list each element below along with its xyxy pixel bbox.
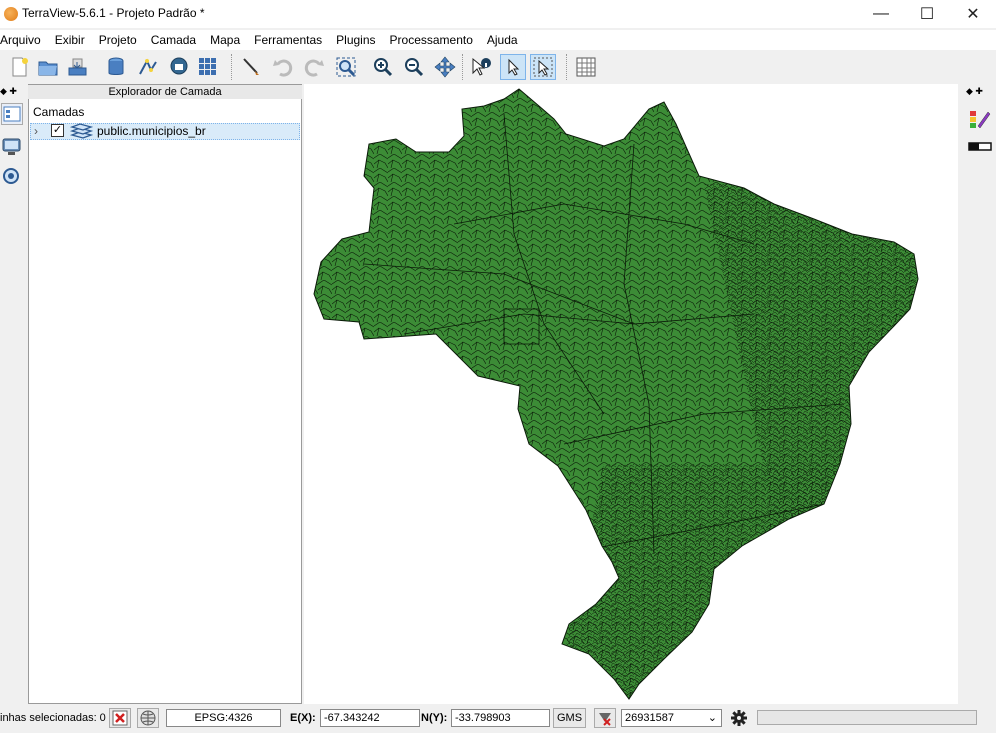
- map-scale-value: 26931587: [625, 712, 674, 724]
- open-project-icon[interactable]: [35, 54, 61, 80]
- minimize-button[interactable]: —: [858, 0, 904, 28]
- srs-globe-button[interactable]: [137, 708, 159, 728]
- display-tab-icon[interactable]: [1, 136, 23, 158]
- toolbar-separator: [231, 54, 234, 80]
- menu-ajuda[interactable]: Ajuda: [480, 30, 525, 50]
- info-icon[interactable]: [468, 54, 494, 80]
- expand-chevron-icon[interactable]: ›: [34, 124, 38, 138]
- map-display[interactable]: [304, 84, 958, 704]
- table-icon[interactable]: [573, 54, 599, 80]
- terraview-app-icon: [4, 7, 18, 21]
- settings-gear-icon[interactable]: [729, 709, 749, 727]
- map-scale-field[interactable]: 26931587 ⌄: [621, 709, 722, 727]
- maximize-button[interactable]: ☐: [904, 0, 950, 28]
- layer-visibility-checkbox[interactable]: ✓: [51, 124, 64, 137]
- layer-explorer-title: Explorador de Camada: [28, 85, 302, 99]
- toolbar-separator: [566, 54, 569, 80]
- select-icon[interactable]: [500, 54, 526, 80]
- add-postgis-icon[interactable]: [166, 54, 192, 80]
- menu-processamento[interactable]: Processamento: [383, 30, 480, 50]
- clear-selection-icon: [112, 710, 128, 726]
- progress-bar: [757, 710, 977, 725]
- close-button[interactable]: ✕: [950, 0, 996, 28]
- new-project-icon[interactable]: [6, 54, 32, 80]
- globe-icon: [140, 710, 156, 726]
- tree-root-label: Camadas: [33, 105, 85, 119]
- municipality-boundaries: [314, 89, 918, 699]
- x-coordinate-field: -67.343242: [320, 709, 420, 727]
- dock-float-icon[interactable]: ◆ ✚: [0, 86, 17, 97]
- coordinate-format-button[interactable]: GMS: [553, 708, 586, 728]
- chevron-down-icon: ⌄: [707, 712, 717, 724]
- menu-bar: Arquivo Exibir Projeto Camada Mapa Ferra…: [0, 30, 996, 50]
- pan-icon[interactable]: [432, 54, 458, 80]
- legend-tool-icon[interactable]: [968, 140, 992, 154]
- zoom-in-icon[interactable]: [370, 54, 396, 80]
- scale-icon: [599, 713, 611, 726]
- zoom-extent-icon[interactable]: [333, 54, 359, 80]
- style-explorer-icon[interactable]: [968, 108, 992, 130]
- redo-icon[interactable]: [301, 54, 327, 80]
- select-area-icon[interactable]: [530, 54, 556, 80]
- srs-field[interactable]: EPSG:4326: [166, 709, 281, 727]
- clear-selection-button[interactable]: [109, 708, 131, 728]
- menu-exibir[interactable]: Exibir: [48, 30, 92, 50]
- menu-camada[interactable]: Camada: [144, 30, 203, 50]
- draw-icon[interactable]: [238, 54, 264, 80]
- add-vector-icon[interactable]: [135, 54, 161, 80]
- menu-mapa[interactable]: Mapa: [203, 30, 247, 50]
- menu-plugins[interactable]: Plugins: [329, 30, 382, 50]
- y-coordinate-field: -33.798903: [451, 709, 550, 727]
- undo-icon[interactable]: [270, 54, 296, 80]
- menu-ferramentas[interactable]: Ferramentas: [247, 30, 329, 50]
- save-project-icon[interactable]: [64, 54, 90, 80]
- brazil-municipalities-map: [313, 88, 919, 700]
- grid-icon[interactable]: [195, 54, 221, 80]
- menu-arquivo[interactable]: Arquivo: [0, 30, 48, 50]
- scale-lock-button[interactable]: [594, 708, 616, 728]
- vector-layer-icon: [69, 123, 94, 140]
- selected-count-label: inhas selecionadas: 0: [0, 712, 106, 724]
- layer-name: public.municipios_br: [97, 124, 206, 138]
- menu-projeto[interactable]: Projeto: [92, 30, 144, 50]
- zoom-out-icon[interactable]: [401, 54, 427, 80]
- right-dock: [960, 84, 996, 704]
- dock-float-icon[interactable]: ◆ ✚: [966, 86, 983, 97]
- toolbar-separator: [462, 54, 465, 80]
- layer-explorer-tab-icon[interactable]: [1, 103, 23, 125]
- add-database-icon[interactable]: [103, 54, 129, 80]
- window-title: TerraView-5.6.1 - Projeto Padrão *: [22, 6, 205, 20]
- layer-explorer-panel: [28, 84, 302, 704]
- query-tab-icon[interactable]: [1, 166, 23, 188]
- x-coordinate-label: E(X):: [290, 712, 316, 724]
- y-coordinate-label: N(Y):: [421, 712, 448, 724]
